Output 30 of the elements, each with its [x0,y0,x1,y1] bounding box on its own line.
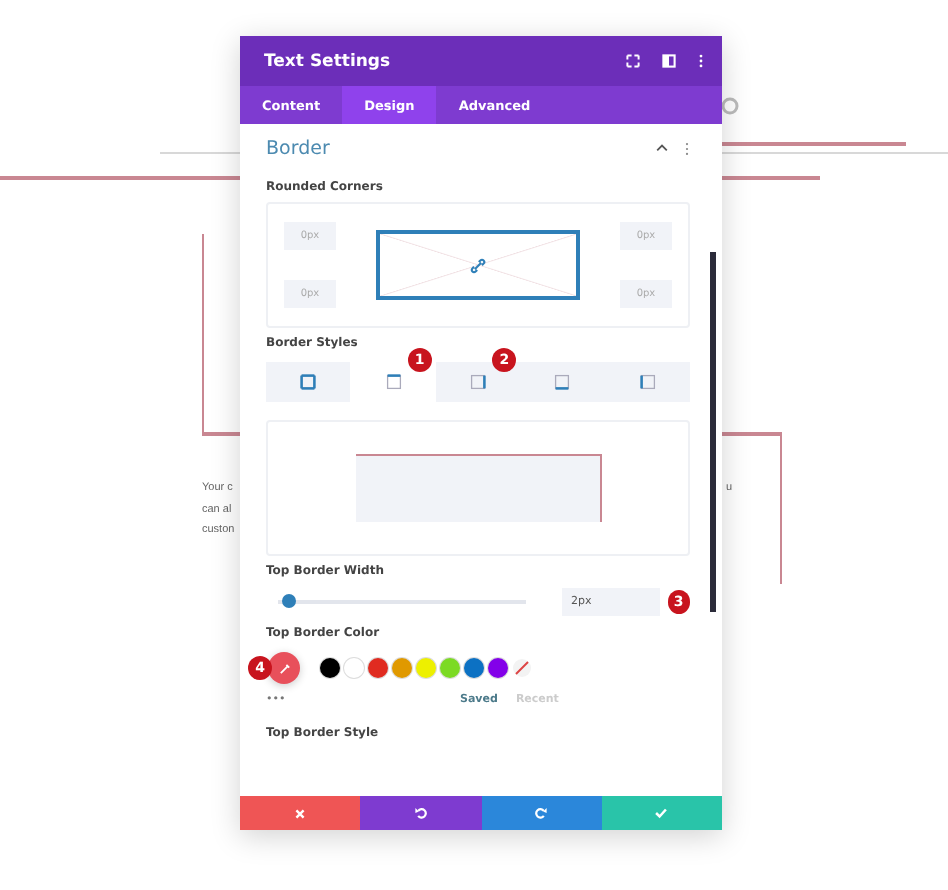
color-swatch[interactable] [368,658,388,678]
color-swatch[interactable] [416,658,436,678]
sidebar-icon[interactable] [662,54,676,68]
color-swatch[interactable] [392,658,412,678]
undo-icon [413,806,428,820]
slider-thumb[interactable] [281,594,296,608]
color-picker-button[interactable] [268,652,300,684]
no-color-icon[interactable] [512,658,532,678]
close-icon [294,807,307,819]
square-icon [300,374,317,390]
section-title: Border [266,137,332,159]
redo-icon [534,806,549,820]
color-swatch[interactable] [488,658,508,678]
fullscreen-icon[interactable] [626,54,640,68]
color-swatch[interactable] [440,658,460,678]
chevron-icon[interactable] [656,144,668,152]
border-side-tab[interactable] [266,362,351,402]
link-icon[interactable] [470,257,486,273]
square-icon [470,374,487,390]
square-icon [639,374,656,390]
more-icon[interactable] [698,54,704,68]
color-swatch[interactable] [320,658,340,678]
border-side-tab[interactable] [435,362,521,402]
check-icon [654,806,669,820]
color-swatch[interactable] [344,658,364,678]
square-icon [385,374,402,390]
color-swatch[interactable] [464,658,484,678]
window-title: Text Settings [264,51,393,71]
square-icon [554,374,571,390]
eyedropper-icon [277,661,291,675]
